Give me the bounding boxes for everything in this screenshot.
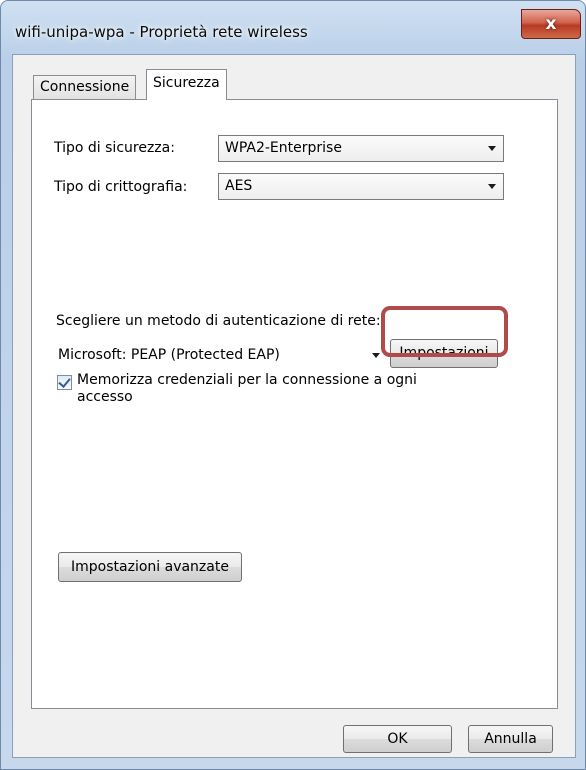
chevron-down-icon xyxy=(372,353,380,358)
security-type-value: WPA2-Enterprise xyxy=(225,140,342,156)
auth-method-select[interactable]: Microsoft: PEAP (Protected EAP) xyxy=(56,343,386,367)
cancel-button[interactable]: Annulla xyxy=(468,725,553,753)
close-button[interactable]: x xyxy=(521,9,581,39)
auth-method-label: Scegliere un metodo di autenticazione di… xyxy=(56,313,381,329)
encryption-type-label: Tipo di crittografia: xyxy=(54,179,188,195)
remember-credentials-label[interactable]: Memorizza credenziali per la connessione… xyxy=(77,372,437,406)
tab-connessione[interactable]: Connessione xyxy=(33,75,137,99)
auth-method-value: Microsoft: PEAP (Protected EAP) xyxy=(58,347,280,363)
highlight-annotation xyxy=(381,306,508,357)
check-icon xyxy=(58,375,71,388)
chevron-down-icon xyxy=(488,184,496,189)
close-icon: x xyxy=(545,14,557,34)
security-type-select[interactable]: WPA2-Enterprise xyxy=(218,135,504,162)
advanced-settings-button[interactable]: Impostazioni avanzate xyxy=(58,552,242,582)
tab-sicurezza[interactable]: Sicurezza xyxy=(146,69,227,100)
dialog-client-area: Connessione Sicurezza Tipo di sicurezza:… xyxy=(12,54,576,758)
chevron-down-icon xyxy=(488,146,496,151)
window-title: wifi-unipa-wpa - Proprietà rete wireless xyxy=(15,23,308,41)
title-bar[interactable]: wifi-unipa-wpa - Proprietà rete wireless… xyxy=(1,1,586,49)
encryption-type-value: AES xyxy=(225,178,253,194)
security-type-label: Tipo di sicurezza: xyxy=(54,140,175,156)
encryption-type-select[interactable]: AES xyxy=(218,173,504,200)
dialog-window: wifi-unipa-wpa - Proprietà rete wireless… xyxy=(0,0,586,770)
remember-credentials-checkbox[interactable] xyxy=(57,375,72,390)
ok-button[interactable]: OK xyxy=(343,725,452,753)
